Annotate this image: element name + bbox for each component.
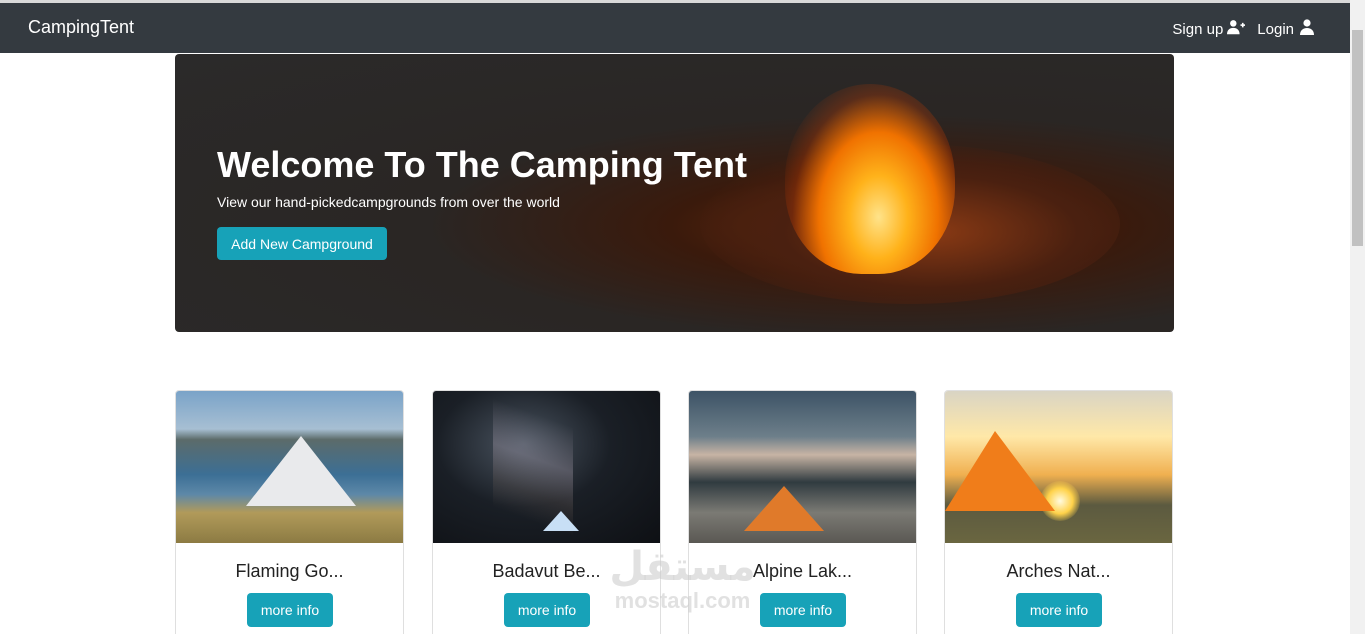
login-label: Login: [1257, 20, 1294, 38]
nav-links: Sign up Login: [1172, 19, 1316, 39]
navbar: CampingTent Sign up Login: [0, 0, 1350, 53]
more-info-button[interactable]: more info: [760, 593, 846, 627]
campground-card: Arches Nat... more info: [944, 390, 1173, 634]
card-title: Flaming Go...: [235, 561, 344, 581]
brand-logo[interactable]: CampingTent: [28, 17, 134, 38]
card-title: Arches Nat...: [1006, 561, 1111, 581]
tent-shape: [744, 486, 824, 531]
card-image[interactable]: [433, 391, 660, 543]
card-image[interactable]: [945, 391, 1172, 543]
user-plus-icon: [1227, 19, 1246, 39]
campground-card: Alpine Lak... more info: [688, 390, 917, 634]
login-link[interactable]: Login: [1257, 19, 1316, 39]
scrollbar-thumb[interactable]: [1352, 30, 1363, 246]
campground-card: Badavut Be... more info: [432, 390, 661, 634]
card-title: Badavut Be...: [492, 561, 601, 581]
hero-subtitle: View our hand-pickedcampgrounds from ove…: [217, 194, 560, 210]
card-image[interactable]: [689, 391, 916, 543]
page-scrollbar[interactable]: [1350, 0, 1365, 634]
more-info-button[interactable]: more info: [504, 593, 590, 627]
card-image[interactable]: [176, 391, 403, 543]
more-info-button[interactable]: more info: [247, 593, 333, 627]
signup-label: Sign up: [1172, 20, 1224, 38]
tent-shape: [246, 436, 356, 506]
campfire-flame-image: [785, 84, 955, 274]
tent-shape: [945, 431, 1055, 511]
tent-shape: [543, 511, 579, 531]
user-icon: [1298, 19, 1316, 39]
campground-card: Flaming Go... more info: [175, 390, 404, 634]
add-campground-button[interactable]: Add New Campground: [217, 227, 387, 260]
more-info-button[interactable]: more info: [1016, 593, 1102, 627]
hero-title: Welcome To The Camping Tent: [217, 144, 748, 185]
card-title: Alpine Lak...: [752, 561, 853, 581]
hero-banner: Welcome To The Camping Tent View our han…: [175, 54, 1174, 332]
signup-link[interactable]: Sign up: [1172, 19, 1246, 39]
